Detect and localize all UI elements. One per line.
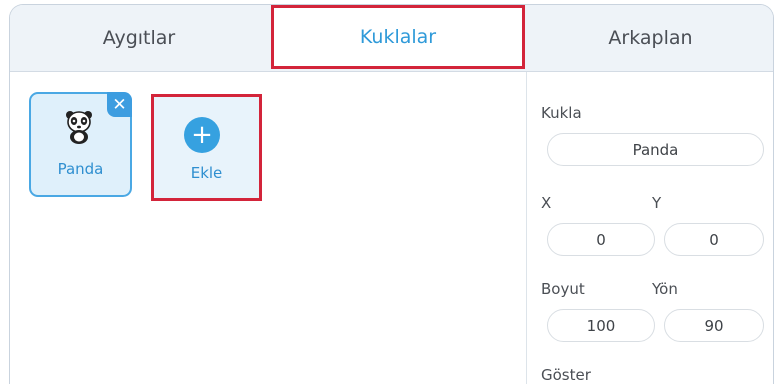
y-field-label: Y: [652, 194, 662, 212]
x-field-label: X: [541, 194, 552, 212]
panda-icon: [66, 111, 92, 144]
show-field-label: Göster: [541, 366, 591, 384]
size-field[interactable]: 100: [547, 309, 655, 342]
sprite-name-label: Panda: [57, 160, 104, 178]
sprites-content: ✕ Panda + Ekle Kukla Panda X Y 0 0 Boyut…: [10, 72, 773, 384]
plus-icon: +: [184, 117, 220, 153]
direction-field-label: Yön: [652, 280, 678, 298]
tab-bar: Aygıtlar Kuklalar Arkaplan: [10, 5, 773, 72]
size-field-label: Boyut: [541, 280, 585, 298]
y-field[interactable]: 0: [664, 223, 764, 256]
add-sprite-button[interactable]: + Ekle: [151, 94, 262, 201]
close-icon[interactable]: ✕: [107, 92, 132, 117]
sprite-properties: Kukla Panda X Y 0 0 Boyut Yön 100 90 Gös…: [526, 72, 773, 384]
sprite-name-field[interactable]: Panda: [547, 133, 764, 166]
add-sprite-label: Ekle: [190, 164, 223, 182]
x-field[interactable]: 0: [547, 223, 655, 256]
sprite-card-panda[interactable]: ✕ Panda: [29, 92, 132, 197]
sprite-panel: Aygıtlar Kuklalar Arkaplan ✕ Panda + Ekl: [9, 4, 774, 384]
direction-field[interactable]: 90: [664, 309, 764, 342]
tab-backdrops[interactable]: Arkaplan: [528, 5, 773, 71]
sprite-name-field-label: Kukla: [541, 104, 582, 122]
tab-sprites[interactable]: Kuklalar: [271, 5, 525, 69]
tab-devices[interactable]: Aygıtlar: [10, 5, 268, 71]
